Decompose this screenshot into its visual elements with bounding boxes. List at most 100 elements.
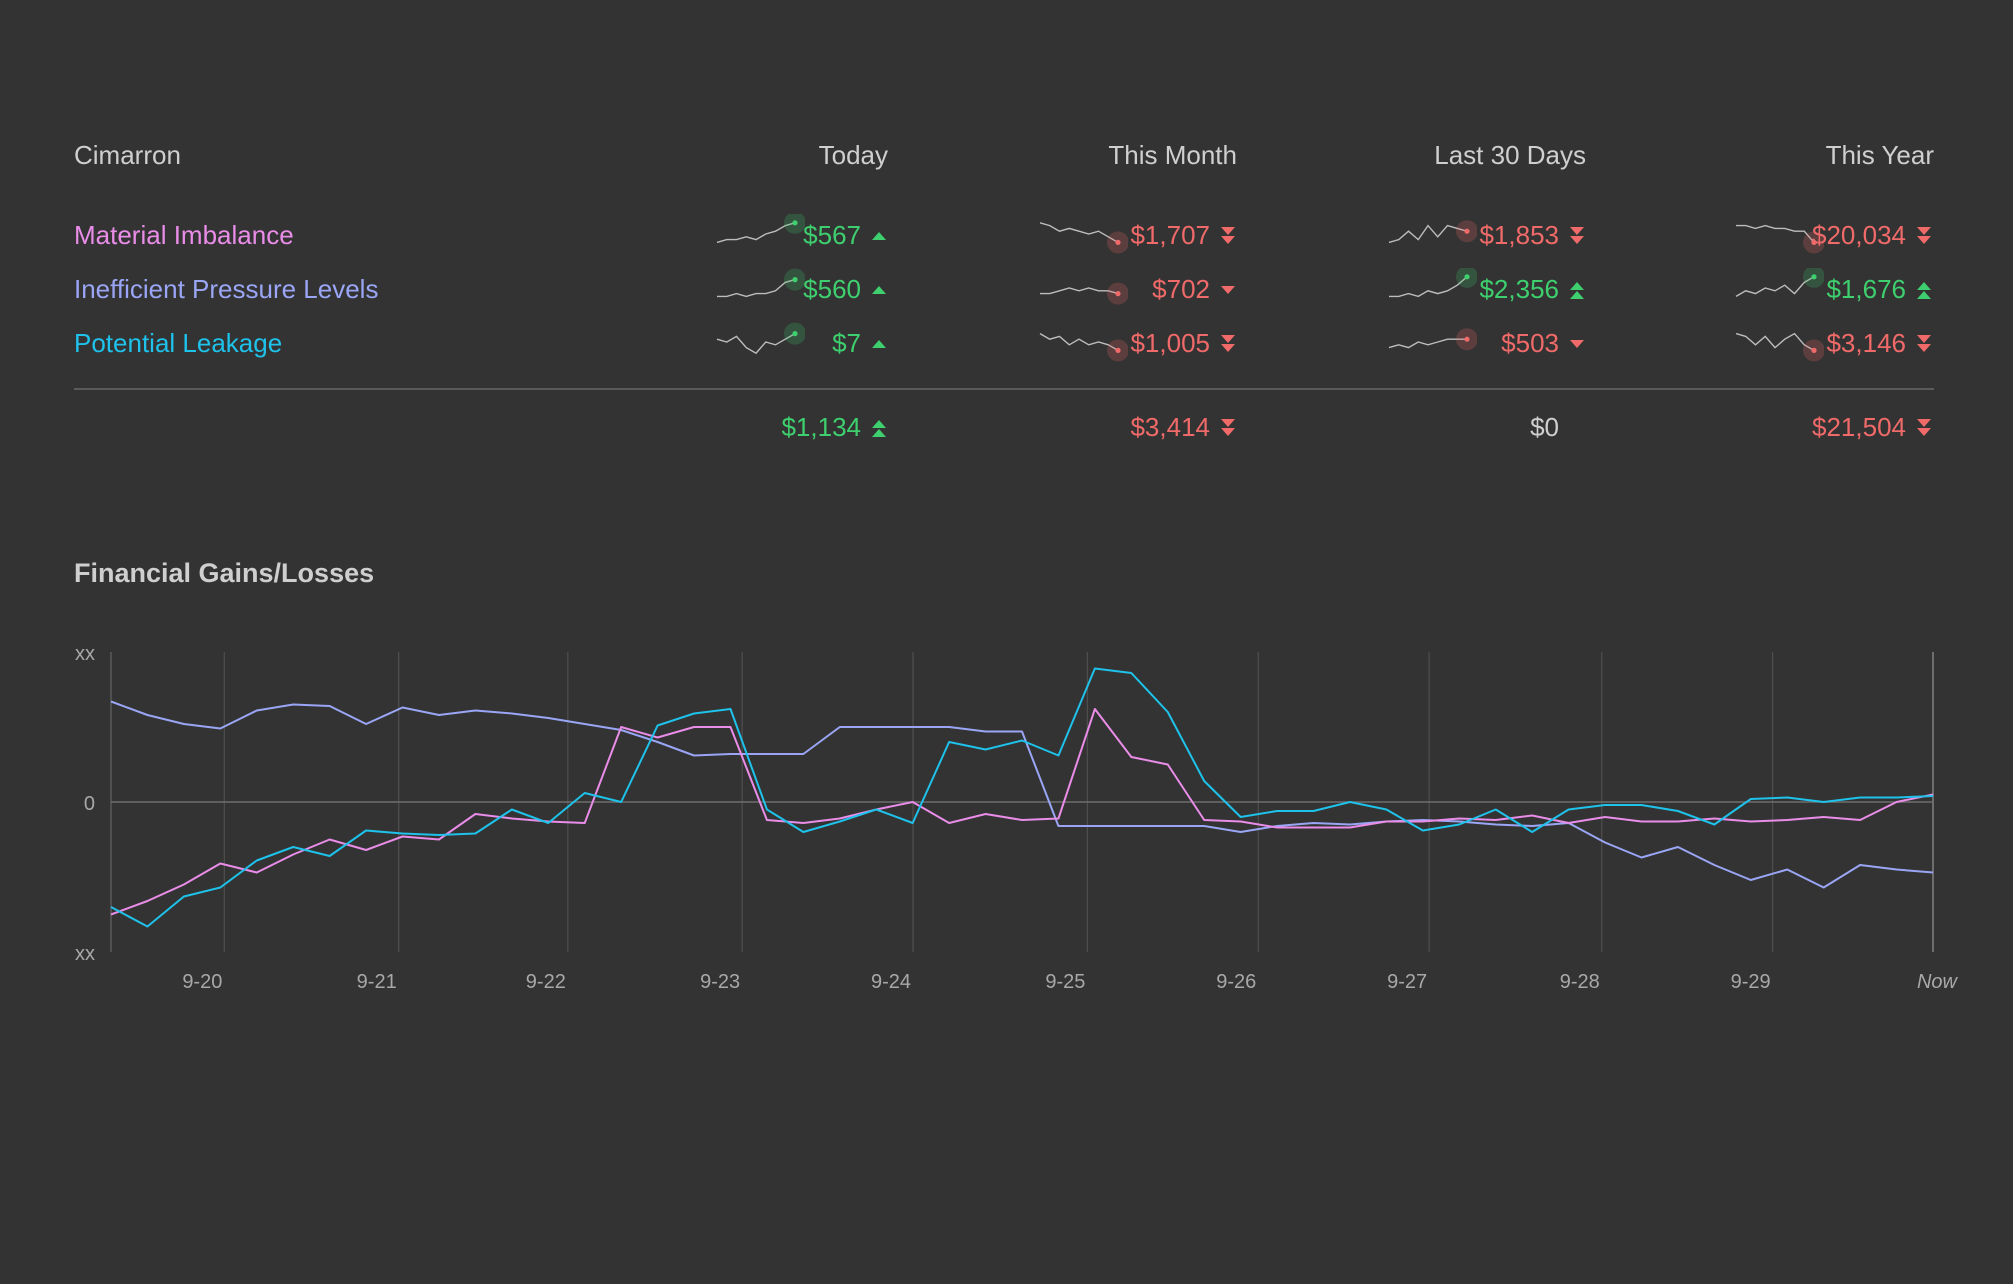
x-tick-label: 9-20 [182,971,222,993]
double-chevron-down-icon [1221,335,1235,352]
sparkline-endpoint [1464,336,1470,342]
x-tick-label: 9-21 [357,971,397,993]
series-line-2 [110,667,1934,928]
double-chevron-up-icon [1570,282,1584,299]
metric-value: $3,146 [1826,328,1906,358]
metric-value: $20,034 [1812,220,1906,250]
sparkline [1040,282,1128,305]
metric-cell[interactable]: $702 [1038,274,1238,314]
group-label: Cimarron [74,140,181,170]
metric-cell[interactable]: $7 [689,322,889,368]
sparkline [1388,328,1477,351]
total-value: $21,504 [1812,412,1906,442]
sparkline-line [1039,222,1119,244]
sparkline-line [1389,276,1468,298]
double-chevron-down-icon [1917,335,1931,352]
metric-value: $1,707 [1130,220,1210,250]
sparkline-line [1735,332,1815,352]
metric-cell[interactable]: $1,853 [1387,220,1587,260]
sparkline-line [1040,287,1119,295]
sparkline [1389,268,1477,298]
sparkline-endpoint [1811,347,1817,353]
total-value: $3,414 [1130,412,1210,442]
double-chevron-down-icon [1221,227,1235,244]
sparkline-endpoint [1115,239,1121,245]
sparkline-line [1736,224,1815,243]
metric-value: $1,676 [1826,274,1906,304]
row-label[interactable]: Inefficient Pressure Levels [74,274,378,305]
sparkline [716,322,805,355]
y-tick-label: xx [75,943,95,965]
sparkline-endpoint [792,331,798,337]
column-header-this-month[interactable]: This Month [1108,140,1237,171]
x-tick-label: Now [1917,971,1959,993]
summary-table: Cimarron Today This Month Last 30 Days T… [74,140,1934,362]
metric-cell[interactable]: $567 [689,214,889,260]
table-divider [74,388,1934,390]
triangle-up-icon [872,340,886,348]
x-tick-label: 9-27 [1387,971,1427,993]
metric-cell[interactable]: $3,146 [1734,328,1934,368]
metric-value: $560 [803,274,861,304]
sparkline-line [717,278,796,298]
double-chevron-down-icon [1917,419,1931,436]
triangle-up-icon [872,286,886,294]
x-tick-label: 9-24 [871,971,911,993]
table-row[interactable]: Inefficient Pressure Levels $560 $702 $2,35… [74,268,1934,328]
column-header-this-year[interactable]: This Year [1826,140,1934,171]
sparkline [1735,332,1824,362]
column-header-today[interactable]: Today [819,140,888,171]
series-line-0 [110,700,1934,889]
metric-value: $702 [1152,274,1210,304]
sparkline-endpoint [1464,274,1470,280]
sparkline-line [716,222,796,244]
triangle-down-icon [1570,340,1584,348]
double-chevron-down-icon [1570,227,1584,244]
total-cell: $0 [1387,412,1587,452]
row-label[interactable]: Material Imbalance [74,220,294,251]
total-cell: $21,504 [1734,412,1934,452]
metric-cell[interactable]: $1,676 [1734,268,1934,314]
double-chevron-up-icon [872,420,886,437]
metric-cell[interactable]: $560 [689,268,889,314]
metric-value: $1,005 [1130,328,1210,358]
metric-value: $1,853 [1479,220,1559,250]
column-header-last-30-days[interactable]: Last 30 Days [1434,140,1586,171]
double-chevron-down-icon [1221,419,1235,436]
metric-cell[interactable]: $1,005 [1038,328,1238,368]
sparkline-line [1039,332,1119,352]
sparkline-endpoint [1115,347,1121,353]
metric-cell[interactable]: $503 [1387,328,1587,368]
metric-value: $503 [1501,328,1559,358]
sparkline-endpoint [792,277,798,283]
table-row[interactable]: Potential Leakage $7 $1,005 $503 $3,146 [74,322,1934,382]
table-body: Material Imbalance $567 $1,707 $1,853 $20,03… [74,214,1934,382]
x-tick-label: 9-25 [1045,971,1085,993]
metric-cell[interactable]: $1,707 [1038,220,1238,260]
table-row[interactable]: Material Imbalance $567 $1,707 $1,853 $20,03… [74,214,1934,274]
sparkline-line [716,332,796,355]
metric-value: $7 [832,328,861,358]
x-tick-label: 9-28 [1560,971,1600,993]
sparkline-endpoint [1115,291,1121,297]
table-header-row: Cimarron Today This Month Last 30 Days T… [74,140,1934,180]
sparkline [1388,220,1477,244]
metric-value: $567 [803,220,861,250]
triangle-up-icon [872,232,886,240]
metric-value: $2,356 [1479,274,1559,304]
sparkline-endpoint [1811,274,1817,280]
row-label[interactable]: Potential Leakage [74,328,282,359]
total-value: $1,134 [781,412,861,442]
double-chevron-down-icon [1917,227,1931,244]
sparkline [1039,332,1128,362]
metric-cell[interactable]: $20,034 [1734,220,1934,260]
sparkline [1039,222,1128,254]
sparkline-line [1388,224,1468,244]
sparkline [1736,224,1824,254]
metric-cell[interactable]: $2,356 [1387,268,1587,314]
total-cell: $3,414 [1038,412,1238,452]
x-tick-label: 9-29 [1731,971,1771,993]
financial-line-chart[interactable]: xx 0 xx 9-20 9-21 9-22 9-23 9-24 9-25 9-26 9-27 9-2… [0,630,2013,1010]
total-value: $0 [1530,412,1559,442]
sparkline-line [1388,338,1467,349]
